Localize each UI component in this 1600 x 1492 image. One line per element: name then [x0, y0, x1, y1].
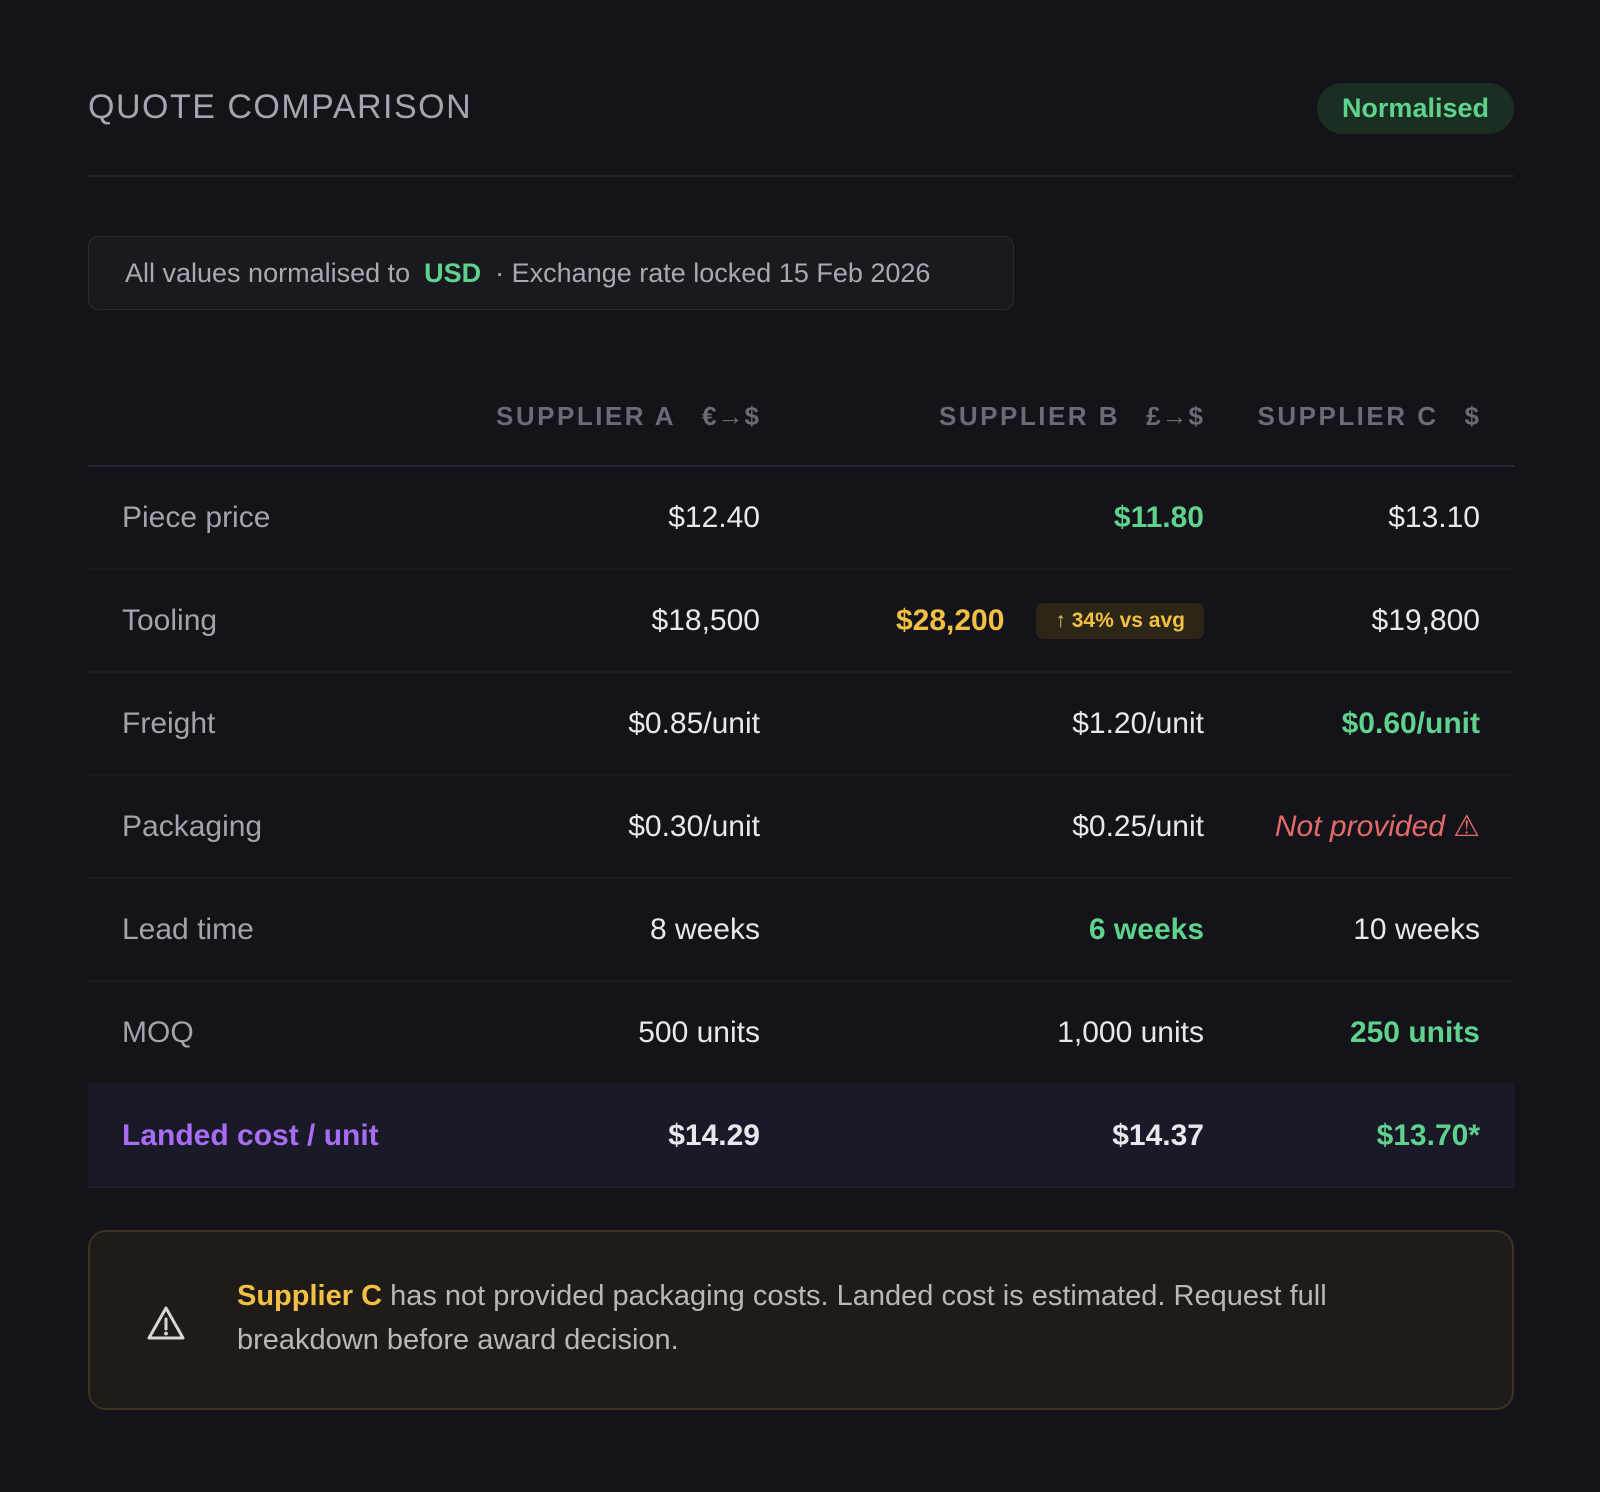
- cell-supplier-a: $14.29: [668, 1119, 760, 1152]
- cell-supplier-a: $18,500: [651, 604, 760, 637]
- column-name: SUPPLIER A: [496, 401, 677, 431]
- cell-supplier-c: $0.60/unit: [1341, 707, 1480, 740]
- warning-triangle-icon: [147, 1306, 185, 1340]
- table-header: SUPPLIER A €→$ SUPPLIER B £→$ SUPPLIER C $: [88, 375, 1514, 467]
- alert-text: has not provided packaging costs. Landed…: [237, 1280, 1327, 1356]
- cell-supplier-b: $1.20/unit: [1072, 707, 1204, 740]
- quote-comparison-panel: QUOTE COMPARISON Normalised All values n…: [88, 0, 1514, 1410]
- cell-supplier-a: $12.40: [668, 501, 760, 534]
- cell-supplier-a: $0.30/unit: [628, 810, 760, 843]
- cell-supplier-c: $13.70*: [1376, 1119, 1480, 1152]
- fx-indicator: £→$: [1146, 401, 1204, 431]
- tooling-value-flagged: $28,200: [895, 603, 1005, 637]
- page-title: QUOTE COMPARISON: [88, 88, 473, 126]
- cell-supplier-b: $28,200 ↑ 34% vs avg: [896, 570, 1204, 671]
- row-label: Tooling: [122, 604, 218, 637]
- currency-label: USD: [424, 257, 482, 288]
- cell-supplier-c: $19,800: [1371, 604, 1480, 637]
- row-label: Landed cost / unit: [122, 1119, 379, 1152]
- normalisation-info: All values normalised to USD · Exchange …: [88, 236, 1014, 310]
- missing-data-alert: Supplier C has not provided packaging co…: [88, 1230, 1514, 1410]
- column-name: SUPPLIER C: [1257, 401, 1439, 431]
- column-name: SUPPLIER B: [939, 401, 1121, 431]
- cell-supplier-c-not-provided: Not provided ⚠: [1274, 810, 1480, 843]
- cell-supplier-b: 1,000 units: [1057, 1016, 1204, 1049]
- above-average-tag: ↑ 34% vs avg: [1036, 602, 1204, 639]
- cell-supplier-b: $11.80: [1113, 501, 1204, 534]
- table-row-moq: MOQ 500 units 1,000 units 250 units: [88, 982, 1514, 1085]
- cell-supplier-b: 6 weeks: [1088, 913, 1204, 946]
- cell-supplier-b: $0.25/unit: [1072, 810, 1204, 843]
- cell-supplier-c: 10 weeks: [1353, 913, 1480, 946]
- row-label: Packaging: [122, 810, 263, 843]
- table-row-freight: Freight $0.85/unit $1.20/unit $0.60/unit: [88, 673, 1514, 776]
- row-label: Piece price: [122, 501, 271, 534]
- cell-supplier-c: 250 units: [1349, 1016, 1480, 1049]
- column-header-supplier-a: SUPPLIER A €→$: [496, 401, 760, 432]
- column-header-supplier-c: SUPPLIER C $: [1258, 401, 1481, 432]
- table-row-tooling: Tooling $18,500 $28,200 ↑ 34% vs avg $19…: [88, 570, 1514, 673]
- table-row-piece-price: Piece price $12.40 $11.80 $13.10: [88, 467, 1514, 570]
- column-header-supplier-b: SUPPLIER B £→$: [939, 401, 1204, 432]
- cell-supplier-a: 500 units: [638, 1016, 760, 1049]
- row-label: MOQ: [122, 1016, 194, 1049]
- alert-message: Supplier C has not provided packaging co…: [237, 1274, 1457, 1362]
- fx-indicator: €→$: [702, 401, 760, 431]
- fx-indicator: $: [1464, 401, 1480, 431]
- status-badge: Normalised: [1316, 83, 1514, 134]
- panel-header: QUOTE COMPARISON Normalised: [88, 0, 1514, 177]
- row-label: Freight: [122, 707, 216, 740]
- table-row-landed-cost: Landed cost / unit $14.29 $14.37 $13.70*: [88, 1085, 1514, 1188]
- cell-supplier-a: $0.85/unit: [628, 707, 760, 740]
- table-row-lead-time: Lead time 8 weeks 6 weeks 10 weeks: [88, 879, 1514, 982]
- comparison-table: SUPPLIER A €→$ SUPPLIER B £→$ SUPPLIER C $ …: [88, 375, 1514, 1188]
- row-label: Lead time: [122, 913, 254, 946]
- cell-supplier-c: $13.10: [1388, 501, 1480, 534]
- alert-supplier-name: Supplier C: [237, 1280, 383, 1312]
- cell-supplier-b: $14.37: [1112, 1119, 1204, 1152]
- table-row-packaging: Packaging $0.30/unit $0.25/unit Not prov…: [88, 776, 1514, 879]
- info-suffix: · Exchange rate locked 15 Feb 2026: [495, 257, 931, 288]
- info-prefix: All values normalised to: [125, 257, 411, 288]
- cell-supplier-a: 8 weeks: [649, 913, 760, 946]
